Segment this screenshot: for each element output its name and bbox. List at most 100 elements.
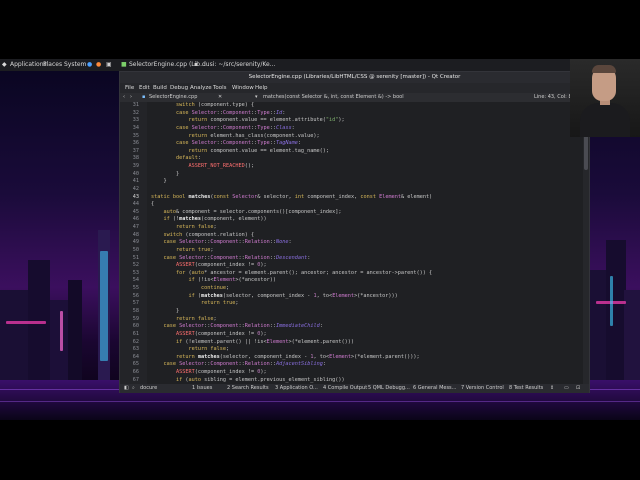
code-line[interactable]: ASSERT(component_index != 0); [151, 369, 267, 375]
code-line[interactable]: return false; [151, 346, 229, 352]
code-editor[interactable]: switch (component.type) { case Selector:… [147, 102, 583, 384]
line-number: 55 [132, 285, 139, 292]
code-line[interactable]: } [151, 171, 179, 177]
line-number: 42 [132, 185, 139, 192]
code-line[interactable]: static bool matches(const Selector& sele… [151, 194, 432, 200]
line-number: 32 [132, 109, 139, 116]
tab-qml-debugger[interactable]: 5 QML Debugg... [368, 384, 410, 393]
file-icon: ▪ [142, 94, 146, 100]
menu-file[interactable]: File [125, 83, 134, 93]
line-number: 54 [132, 277, 139, 284]
applications-menu[interactable]: Applications [10, 61, 47, 68]
menu-bar: File Edit Build Debug Analyze Tools Wind… [120, 83, 589, 93]
window-title: SelectorEngine.cpp (Libraries/LibHTML/CS… [120, 72, 589, 83]
code-line[interactable]: switch (component.relation) { [151, 232, 255, 238]
close-file-icon[interactable]: ✕ [218, 93, 222, 102]
menu-tools[interactable]: Tools [213, 83, 227, 93]
back-icon[interactable]: ‹ [123, 93, 125, 102]
symbol-icon: ▾ [255, 94, 258, 100]
webcam-overlay [570, 59, 640, 137]
code-line[interactable]: case Selector::Component::Type::TagName: [151, 140, 301, 146]
line-number: 49 [132, 239, 139, 246]
line-number: 45 [132, 208, 139, 215]
menu-window[interactable]: Window [232, 83, 254, 93]
forward-icon[interactable]: › [130, 93, 132, 102]
tab-application-output[interactable]: 3 Application O... [275, 384, 318, 393]
line-number: 43 [132, 193, 139, 200]
line-number: 64 [132, 353, 139, 360]
code-line[interactable]: continue; [151, 285, 229, 291]
code-line[interactable]: if (!is<Element>(*ancestor)) [151, 277, 275, 283]
line-number: 59 [132, 315, 139, 322]
tab-general-messages[interactable]: 6 General Mess... [413, 384, 456, 393]
code-line[interactable]: if (!element.parent() || !is<Element>(*e… [151, 339, 354, 345]
line-number-gutter: 31 32 33 34 35 36 37 38 39 40 41 42 43 44 45 46 47 48 49 50… [127, 102, 147, 384]
tab-version-control[interactable]: 7 Version Control [461, 384, 504, 393]
code-line[interactable]: case Selector::Component::Relation::Adja… [151, 361, 326, 367]
code-line[interactable]: ASSERT(component_index != 0); [151, 331, 267, 337]
code-line[interactable]: case Selector::Component::Relation::Imme… [151, 323, 323, 329]
line-number: 46 [132, 216, 139, 223]
line-number: 52 [132, 262, 139, 269]
line-number: 53 [132, 269, 139, 276]
qtcreator-icon: ■ [121, 61, 127, 68]
panel-toggle-icon[interactable]: ▭ [564, 384, 569, 393]
code-line[interactable]: return false; [151, 316, 217, 322]
terminal-icon[interactable]: ▣ [106, 61, 112, 68]
code-line[interactable]: case Selector::Component::Relation::Desc… [151, 255, 311, 261]
code-line[interactable]: for (auto* ancestor = element.parent(); … [151, 270, 432, 276]
firefox-icon[interactable]: ● [96, 61, 101, 68]
line-number: 47 [132, 224, 139, 231]
open-file-selector[interactable]: SelectorEngine.cpp [149, 93, 197, 102]
code-line[interactable]: } [151, 308, 179, 314]
code-line[interactable]: return false; [151, 224, 217, 230]
cursor-position: Line: 43, Col: 8 [534, 94, 572, 100]
system-menu[interactable]: System [64, 61, 86, 68]
code-line[interactable]: return component.value == element.attrib… [151, 117, 344, 123]
line-number: 39 [132, 163, 139, 170]
line-number: 31 [132, 102, 139, 108]
symbol-selector[interactable]: matches(const Selector &, int, const Ele… [263, 93, 404, 102]
menu-edit[interactable]: Edit [139, 83, 150, 93]
search-icon: ⌕ [132, 385, 135, 391]
line-number: 38 [132, 155, 139, 162]
tab-compile-output[interactable]: 4 Compile Output [323, 384, 367, 393]
line-number: 34 [132, 124, 139, 131]
places-menu[interactable]: Places [43, 61, 62, 68]
code-line[interactable]: case Selector::Component::Type::Class: [151, 125, 295, 131]
toggle-sidebar-icon[interactable]: ◧ [124, 384, 129, 393]
code-line[interactable]: return matches(selector, component_index… [151, 354, 420, 360]
code-line[interactable]: if (matches(selector, component_index - … [151, 293, 397, 299]
tab-issues[interactable]: 1 Issues [192, 384, 212, 393]
applications-icon[interactable]: ◆ [2, 61, 7, 68]
tab-search-results[interactable]: 2 Search Results [227, 384, 269, 393]
code-line[interactable]: switch (component.type) { [151, 102, 254, 108]
menu-debug[interactable]: Debug [170, 83, 188, 93]
more-panes-icon[interactable]: ⇕ [550, 384, 554, 393]
vertical-scrollbar[interactable] [583, 102, 589, 384]
code-line[interactable]: case Selector::Component::Type::Id: [151, 110, 285, 116]
code-line[interactable]: if (auto sibling = element.previous_elem… [151, 377, 345, 383]
top-panel: ◆ Applications Places System ● ● ▣ ■ Sel… [0, 59, 640, 71]
maximize-panel-icon[interactable]: ⊡ [576, 384, 580, 393]
code-line[interactable]: if (!matches(component, element)) [151, 216, 267, 222]
code-line[interactable]: } [151, 178, 166, 184]
code-line[interactable]: case Selector::Component::Relation::None… [151, 239, 292, 245]
menu-build[interactable]: Build [153, 83, 167, 93]
tab-test-results[interactable]: 8 Test Results [509, 384, 543, 393]
taskbar-item-terminal[interactable]: dusi: ~/src/serenity/Ke... [202, 61, 275, 68]
code-line[interactable]: ASSERT(component_index != 0); [151, 262, 267, 268]
code-line[interactable]: { [151, 201, 154, 207]
browser-icon[interactable]: ● [87, 61, 92, 68]
code-line[interactable]: return true; [151, 247, 214, 253]
menu-help[interactable]: Help [255, 83, 268, 93]
code-line[interactable]: auto& component = selector.components()[… [151, 209, 342, 215]
locator-input[interactable]: docure [140, 384, 157, 393]
line-number: 40 [132, 170, 139, 177]
code-line[interactable]: ASSERT_NOT_REACHED(); [151, 163, 254, 169]
code-line[interactable]: default: [151, 155, 201, 161]
code-line[interactable]: return element.has_class(component.value… [151, 133, 319, 139]
code-line[interactable]: return true; [151, 300, 239, 306]
menu-analyze[interactable]: Analyze [190, 83, 212, 93]
code-line[interactable]: return component.value == element.tag_na… [151, 148, 329, 154]
